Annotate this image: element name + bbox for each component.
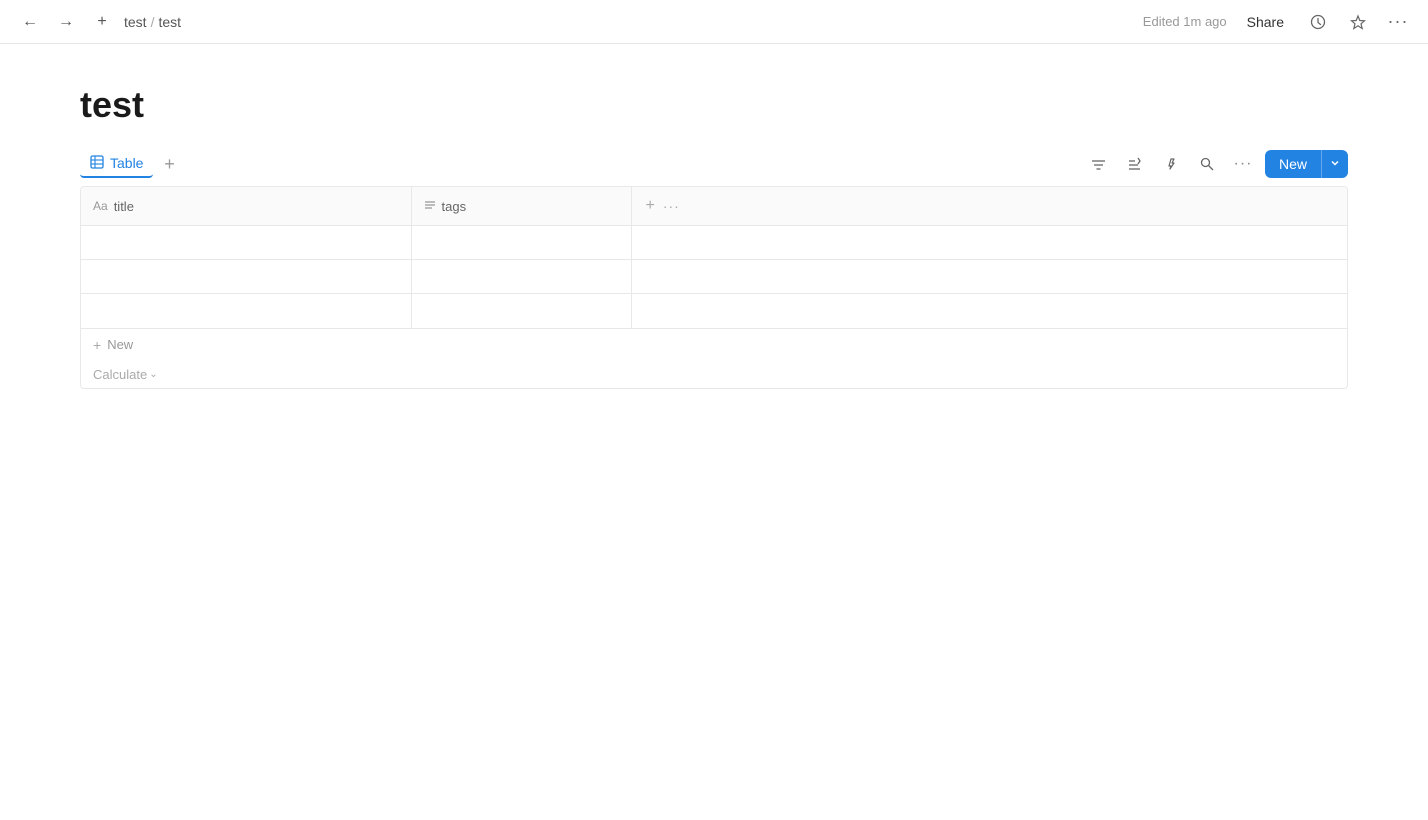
view-bar: Table + [80,150,1348,178]
new-button-group: New [1265,150,1348,178]
star-icon [1350,14,1366,30]
more-toolbar-button[interactable]: ··· [1229,150,1257,178]
dropdown-chevron-icon [1330,158,1340,168]
share-button[interactable]: Share [1239,10,1292,34]
breadcrumb: test / test [124,14,181,30]
page-title: test [80,84,1348,126]
main-content: test Table + [0,44,1428,389]
new-page-button[interactable]: + [88,8,116,36]
row-2-extra-cell [631,260,1347,294]
forward-button[interactable]: → [52,8,80,36]
table-row [81,226,1347,260]
add-view-button[interactable]: + [157,152,181,176]
sort-button[interactable] [1121,150,1149,178]
more-toolbar-icon: ··· [1233,155,1252,173]
table-view-label: Table [110,155,143,171]
breadcrumb-item-2[interactable]: test [158,14,181,30]
calculate-label: Calculate [93,367,147,382]
automation-button[interactable] [1157,150,1185,178]
add-row-icon: + [93,337,101,353]
nav-right: Edited 1m ago Share ··· [1143,8,1412,36]
breadcrumb-separator: / [151,14,155,30]
filter-icon [1091,157,1106,172]
search-icon [1200,157,1214,171]
row-1-title-cell[interactable] [81,226,411,260]
tags-column-header[interactable]: tags [411,187,631,226]
view-bar-left: Table + [80,151,181,178]
back-button[interactable]: ← [16,8,44,36]
more-options-button[interactable]: ··· [1384,8,1412,36]
add-row-label: New [107,337,133,352]
add-row-button[interactable]: + New [81,328,1347,361]
new-record-button[interactable]: New [1265,150,1321,178]
table-row [81,260,1347,294]
add-column-button[interactable]: + [644,195,657,217]
view-bar-right: ··· New [1085,150,1348,178]
table-view-tab[interactable]: Table [80,151,153,178]
title-column-header[interactable]: Aa title [81,187,411,226]
favorite-button[interactable] [1344,8,1372,36]
row-1-tags-cell[interactable] [411,226,631,260]
row-2-tags-cell[interactable] [411,260,631,294]
calculate-button[interactable]: Calculate ⌄ [81,361,1347,388]
history-icon [1310,14,1326,30]
row-1-extra-cell [631,226,1347,260]
row-2-title-cell[interactable] [81,260,411,294]
edited-timestamp: Edited 1m ago [1143,14,1227,29]
table-view-icon [90,155,104,172]
tags-col-icon [424,199,436,214]
top-nav-bar: ← → + test / test Edited 1m ago Share ··… [0,0,1428,44]
history-button[interactable] [1304,8,1332,36]
title-col-label: title [114,199,134,214]
row-3-tags-cell[interactable] [411,294,631,328]
breadcrumb-item-1[interactable]: test [124,14,147,30]
search-button[interactable] [1193,150,1221,178]
calculate-chevron-icon: ⌄ [149,369,157,380]
column-more-button[interactable]: ··· [661,196,682,216]
title-col-icon: Aa [93,199,108,213]
add-column-header: + ··· [631,187,1347,226]
database-table: Aa title [80,186,1348,389]
more-options-icon: ··· [1388,11,1409,32]
row-3-extra-cell [631,294,1347,328]
tags-col-label: tags [442,199,467,214]
sort-icon [1127,157,1142,172]
table-header-row: Aa title [81,187,1347,226]
new-record-dropdown-button[interactable] [1321,150,1348,178]
table-row [81,294,1347,328]
filter-button[interactable] [1085,150,1113,178]
automation-icon [1164,157,1178,171]
nav-left: ← → + test / test [16,8,181,36]
row-3-title-cell[interactable] [81,294,411,328]
